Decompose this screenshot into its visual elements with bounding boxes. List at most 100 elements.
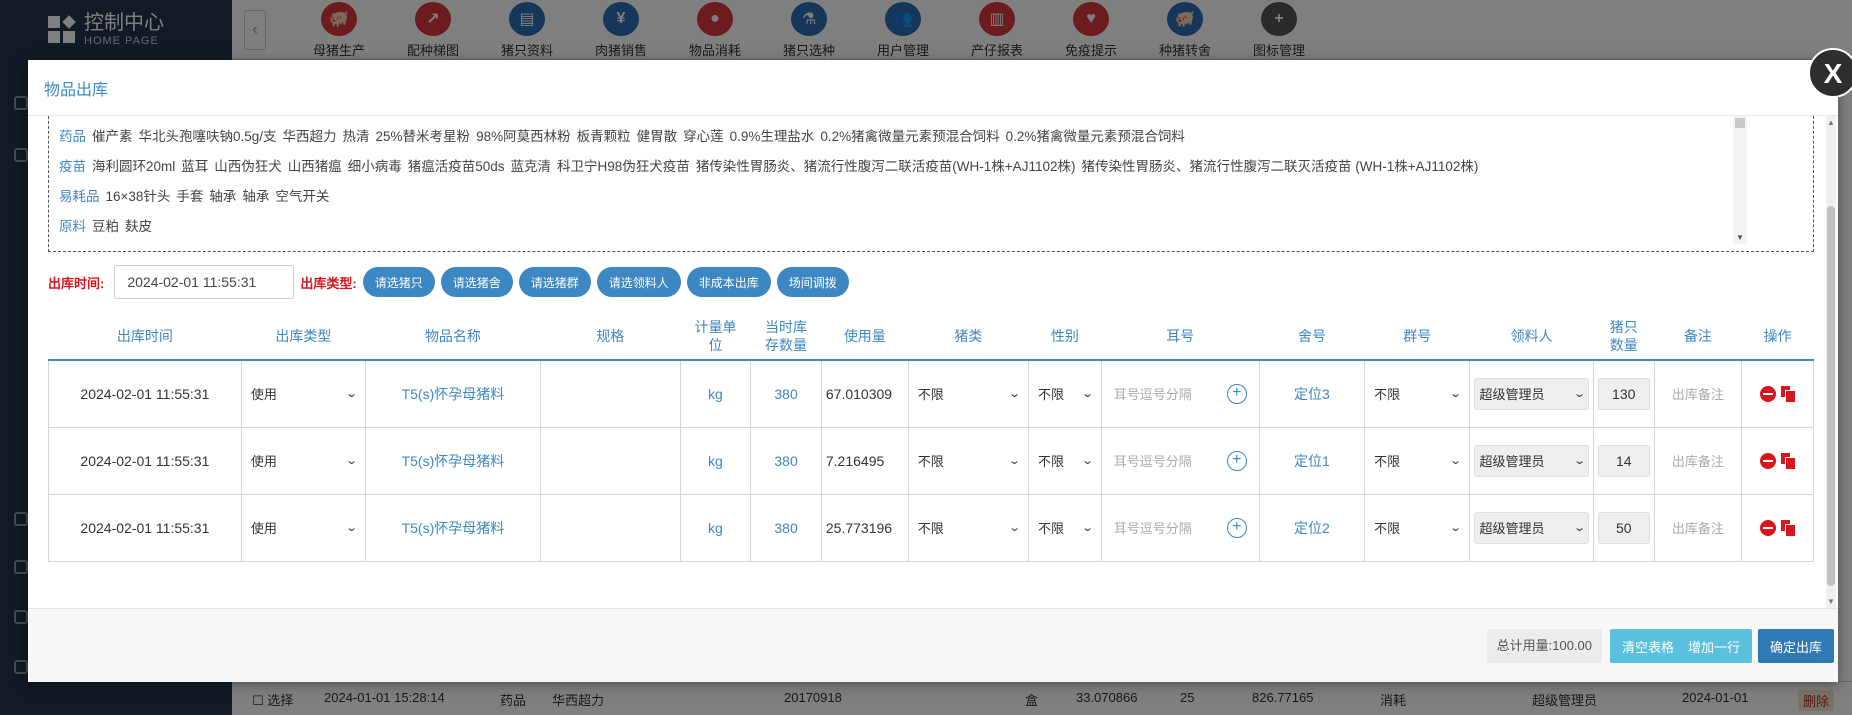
catalog-item[interactable]: 猪传染性胃肠炎、猪流行性腹泻二联活疫苗(WH-1株+AJ1102株) [696, 159, 1076, 174]
catalog-item[interactable]: 华北头孢噻呋钠0.5g/支 [139, 129, 277, 144]
cell-pen[interactable]: 定位2 [1258, 493, 1366, 562]
close-button[interactable]: X [1808, 48, 1852, 98]
out-time-input[interactable] [114, 265, 295, 299]
col-header: 舍号 [1259, 312, 1365, 361]
pig-count-input[interactable]: 130 [1597, 377, 1650, 410]
pig-count-input[interactable]: 14 [1597, 444, 1650, 477]
modal-scrollbar[interactable]: ▲ ▼ [1826, 116, 1836, 608]
cell-time: 2024-02-01 11:55:31 [48, 359, 242, 428]
pig-type-select[interactable]: 不限 ⌄ [912, 377, 1025, 410]
col-header: 出库时间 [48, 312, 242, 361]
select-receiver-button[interactable]: 请选领料人 [596, 267, 681, 297]
col-header: 猪类 [908, 312, 1029, 361]
catalog-category: 原料 豆粕 麸皮 [59, 212, 1803, 242]
usage-input[interactable]: 7.216495 [820, 426, 909, 495]
catalog-item[interactable]: 轴承 [209, 189, 236, 204]
out-type-select[interactable]: 使用 ⌄ [245, 511, 362, 544]
col-header: 物品名称 [365, 312, 541, 361]
remark-input[interactable]: 出库备注 [1672, 454, 1724, 469]
confirm-out-button[interactable]: 确定出库 [1757, 629, 1834, 663]
ear-tag-input[interactable]: 耳号逗号分隔 [1114, 384, 1192, 403]
remark-input[interactable]: 出库备注 [1672, 387, 1724, 402]
ear-tag-input[interactable]: 耳号逗号分隔 [1114, 518, 1192, 537]
catalog-category: 易耗品 16×38针头 手套 轴承 轴承 空气开关 [59, 182, 1803, 212]
catalog-item[interactable]: 海利圆环20ml [92, 159, 175, 174]
ear-tag-input[interactable]: 耳号逗号分隔 [1114, 451, 1192, 470]
farm-transfer-button[interactable]: 场间调拨 [776, 267, 849, 297]
pig-count-input[interactable]: 50 [1597, 511, 1650, 544]
catalog-item[interactable]: 穿心莲 [683, 129, 724, 144]
catalog-item[interactable]: 蓝耳 [181, 159, 208, 174]
add-ear-tag-icon[interactable]: + [1226, 450, 1247, 471]
catalog-item[interactable]: 板青颗粒 [577, 129, 631, 144]
catalog-item[interactable]: 0.2%猪禽微量元素预混合饲料 [1006, 129, 1185, 144]
sex-select[interactable]: 不限 ⌄ [1033, 377, 1097, 410]
catalog-item[interactable]: 16×38针头 [106, 189, 171, 204]
remark-input[interactable]: 出库备注 [1672, 521, 1724, 536]
catalog-category: 药品 催产素 华北头孢噻呋钠0.5g/支 华西超力 热清 25%替米考星粉 98%阿莫西林粉… [59, 122, 1803, 152]
add-row-button[interactable]: 增加一行 [1675, 629, 1752, 663]
receiver-select[interactable]: 超级管理员 ⌄ [1474, 511, 1589, 544]
cell-pen[interactable]: 定位3 [1258, 359, 1366, 428]
catalog-item[interactable]: 98%阿莫西林粉 [476, 129, 571, 144]
catalog-item[interactable]: 催产素 [92, 129, 133, 144]
table-row: 2024-02-01 11:55:31 使用 ⌄ T5(s)怀孕母猪料 kg 38… [48, 426, 1814, 495]
remove-row-icon[interactable] [1759, 519, 1776, 536]
copy-row-icon[interactable] [1779, 518, 1796, 537]
catalog-item[interactable]: 细小病毒 [348, 159, 402, 174]
catalog-item[interactable]: 山西伪狂犬 [214, 159, 282, 174]
cell-item-name[interactable]: T5(s)怀孕母猪料 [365, 359, 541, 428]
remove-row-icon[interactable] [1759, 452, 1776, 469]
pig-type-select[interactable]: 不限 ⌄ [912, 444, 1025, 477]
catalog-item[interactable]: 华西超力 [283, 129, 337, 144]
catalog-item[interactable]: 麸皮 [125, 219, 152, 234]
select-pigs-button[interactable]: 请选猪只 [362, 267, 435, 297]
group-select[interactable]: 不限 ⌄ [1369, 444, 1466, 477]
usage-input[interactable]: 25.773196 [820, 493, 909, 562]
out-type-select[interactable]: 使用 ⌄ [245, 377, 362, 410]
catalog-item[interactable]: 科卫宁H98伪狂犬疫苗 [557, 159, 690, 174]
catalog-item[interactable]: 山西猪瘟 [288, 159, 342, 174]
out-type-select[interactable]: 使用 ⌄ [245, 444, 362, 477]
add-ear-tag-icon[interactable]: + [1226, 517, 1247, 538]
select-pen-button[interactable]: 请选猪舍 [440, 267, 513, 297]
modal-title: 物品出库 [44, 81, 109, 99]
cell-item-name[interactable]: T5(s)怀孕母猪料 [365, 426, 541, 495]
clear-table-button[interactable]: 清空表格 [1609, 629, 1686, 663]
group-select[interactable]: 不限 ⌄ [1369, 511, 1466, 544]
sex-select[interactable]: 不限 ⌄ [1033, 444, 1097, 477]
chevron-down-icon: ⌄ [344, 388, 358, 401]
catalog-item[interactable]: 0.2%猪禽微量元素预混合饲料 [820, 129, 999, 144]
usage-input[interactable]: 67.010309 [820, 359, 909, 428]
chevron-down-icon: ⌄ [1080, 455, 1094, 467]
chevron-down-icon: ⌄ [344, 522, 358, 534]
catalog-item[interactable]: 猪瘟活疫苗50ds [408, 159, 505, 174]
catalog-item[interactable]: 25%替米考星粉 [376, 129, 471, 144]
non-cost-out-button[interactable]: 非成本出库 [686, 267, 771, 297]
copy-row-icon[interactable] [1779, 451, 1796, 470]
group-select[interactable]: 不限 ⌄ [1369, 377, 1466, 410]
catalog-item[interactable]: 热清 [343, 129, 370, 144]
catalog-scrollbar[interactable]: ▼ [1733, 116, 1747, 244]
catalog-item[interactable]: 豆粕 [92, 219, 119, 234]
cell-item-name[interactable]: T5(s)怀孕母猪料 [365, 493, 541, 562]
catalog-item[interactable]: 蓝克清 [511, 159, 552, 174]
pig-type-select[interactable]: 不限 ⌄ [912, 511, 1025, 544]
catalog-item[interactable]: 0.9%生理盐水 [730, 129, 815, 144]
catalog-item[interactable]: 健胃散 [637, 129, 678, 144]
remove-row-icon[interactable] [1759, 385, 1776, 402]
catalog-item[interactable]: 手套 [176, 189, 203, 204]
col-header: 群号 [1364, 312, 1470, 361]
receiver-select[interactable]: 超级管理员 ⌄ [1474, 377, 1589, 410]
catalog-item[interactable]: 空气开关 [275, 189, 329, 204]
copy-row-icon[interactable] [1779, 384, 1796, 403]
cell-pen[interactable]: 定位1 [1258, 426, 1366, 495]
sex-select[interactable]: 不限 ⌄ [1033, 511, 1097, 544]
select-herd-button[interactable]: 请选猪群 [518, 267, 591, 297]
catalog-item[interactable]: 轴承 [242, 189, 269, 204]
catalog-item[interactable]: 猪传染性胃肠炎、猪流行性腹泻二联灭活疫苗 (WH-1株+AJ1102株) [1081, 159, 1478, 174]
out-time-label: 出库时间: [48, 275, 105, 291]
chevron-down-icon: ⌄ [1572, 455, 1586, 467]
add-ear-tag-icon[interactable]: + [1226, 383, 1247, 404]
receiver-select[interactable]: 超级管理员 ⌄ [1474, 444, 1589, 477]
